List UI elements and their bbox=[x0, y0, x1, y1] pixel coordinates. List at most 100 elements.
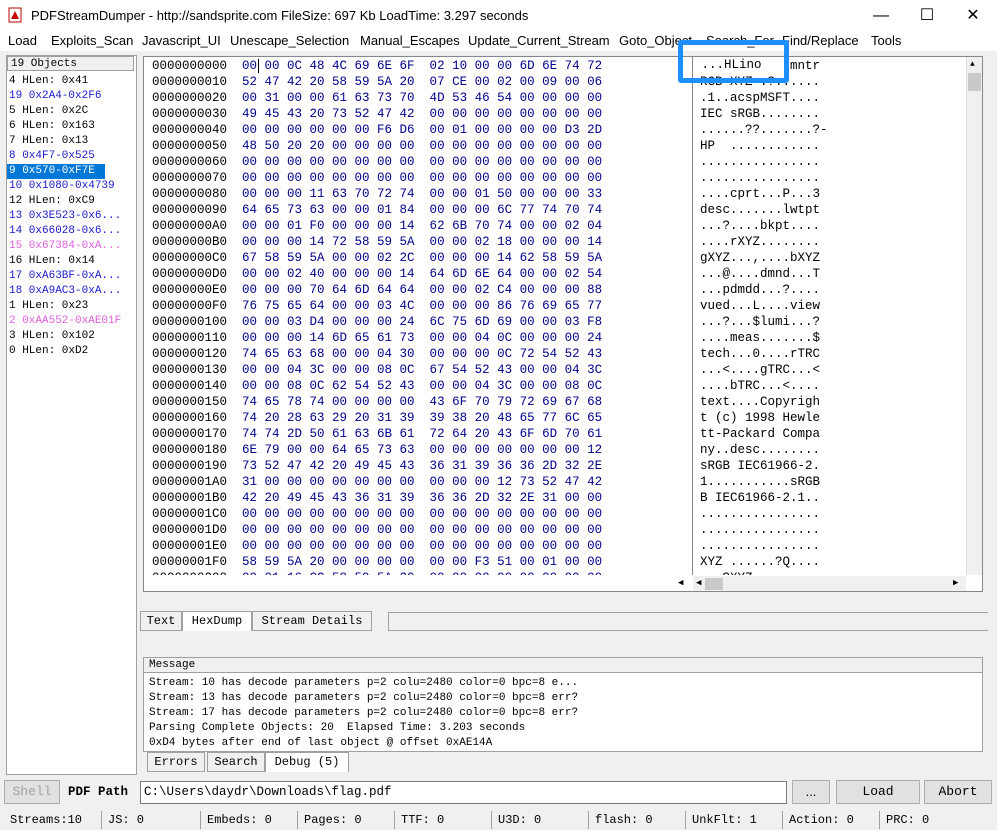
hex-row[interactable]: 0000000020 00 31 00 00 61 63 73 70 4D 53… bbox=[152, 90, 602, 106]
menu-manual-escapes[interactable]: Manual_Escapes bbox=[360, 33, 460, 48]
ascii-row[interactable]: XYZ ......?Q.... bbox=[700, 554, 820, 570]
hex-bytes[interactable]: 74 65 78 74 00 00 00 00 43 6F 70 79 72 6… bbox=[242, 395, 602, 409]
hex-row[interactable]: 0000000170 74 74 2D 50 61 63 6B 61 72 64… bbox=[152, 426, 602, 442]
object-list-item[interactable]: 3 HLen: 0x102 bbox=[9, 329, 95, 344]
ascii-row[interactable]: HP ............ bbox=[700, 138, 820, 154]
ascii-row[interactable]: .1..acspMSFT.... bbox=[700, 90, 820, 106]
scroll-left-icon[interactable]: ◀ bbox=[696, 578, 701, 588]
hex-bytes[interactable]: 00 00 00 00 00 00 00 00 00 00 00 00 00 0… bbox=[242, 171, 602, 185]
ascii-row[interactable]: ................ bbox=[700, 170, 820, 186]
hex-row[interactable]: 0000000120 74 65 63 68 00 00 04 30 00 00… bbox=[152, 346, 602, 362]
ascii-row[interactable]: 1...........sRGB bbox=[700, 474, 820, 490]
ascii-row[interactable]: ...?....bkpt.... bbox=[700, 218, 820, 234]
ascii-row[interactable]: ...pdmdd...?.... bbox=[700, 282, 820, 298]
hex-row[interactable]: 0000000100 00 00 03 D4 00 00 00 24 6C 75… bbox=[152, 314, 602, 330]
message-line[interactable]: Stream: 13 has decode parameters p=2 col… bbox=[149, 691, 578, 706]
menu-update-current-stream[interactable]: Update_Current_Stream bbox=[468, 33, 610, 48]
close-button[interactable]: ✕ bbox=[950, 0, 996, 31]
ascii-row[interactable]: ny..desc........ bbox=[700, 442, 820, 458]
tab-errors[interactable]: Errors bbox=[147, 752, 205, 772]
menu-unescape-selection[interactable]: Unescape_Selection bbox=[230, 33, 349, 48]
object-list-item[interactable]: 4 HLen: 0x41 bbox=[9, 74, 88, 89]
hex-bytes[interactable]: 00 00 04 3C 00 00 08 0C 67 54 52 43 00 0… bbox=[242, 363, 602, 377]
hex-row[interactable]: 0000000200 00 01 16 CC 58 59 5A 20 00 00… bbox=[152, 570, 602, 575]
object-list-item[interactable]: 18 0xA9AC3-0xA... bbox=[9, 284, 121, 299]
ascii-row[interactable]: desc.......lwtpt bbox=[700, 202, 820, 218]
scroll-left-icon[interactable]: ◀ bbox=[678, 578, 683, 588]
object-list-item[interactable]: 17 0xA63BF-0xA... bbox=[9, 269, 121, 284]
object-list-item[interactable]: 14 0x66028-0x6... bbox=[9, 224, 121, 239]
message-line[interactable]: Stream: 17 has decode parameters p=2 col… bbox=[149, 706, 578, 721]
ascii-row[interactable]: ....meas.......$ bbox=[700, 330, 820, 346]
hex-row[interactable]: 0000000150 74 65 78 74 00 00 00 00 43 6F… bbox=[152, 394, 602, 410]
ascii-row[interactable]: ................ bbox=[700, 154, 820, 170]
hex-bytes[interactable]: 58 59 5A 20 00 00 00 00 00 00 F3 51 00 0… bbox=[242, 555, 602, 569]
hex-hscroll[interactable]: ◀ bbox=[674, 576, 692, 591]
ascii-row[interactable]: ...?XYZ ........ bbox=[700, 570, 820, 575]
hex-bytes[interactable]: 42 20 49 45 43 36 31 39 36 36 2D 32 2E 3… bbox=[242, 491, 602, 505]
menu-tools[interactable]: Tools bbox=[871, 33, 901, 48]
message-line[interactable]: Stream: 10 has decode parameters p=2 col… bbox=[149, 676, 578, 691]
scroll-right-icon[interactable]: ▶ bbox=[953, 578, 958, 588]
hex-bytes-area[interactable]: 0000000000 00 00 0C 48 4C 69 6E 6F 02 10… bbox=[144, 57, 693, 575]
hex-row[interactable]: 0000000160 74 20 28 63 29 20 31 39 39 38… bbox=[152, 410, 602, 426]
hex-bytes[interactable]: 00 00 00 14 6D 65 61 73 00 00 04 0C 00 0… bbox=[242, 331, 602, 345]
hex-bytes[interactable]: 00 00 00 00 00 00 00 00 00 00 00 00 00 0… bbox=[242, 507, 602, 521]
hex-row[interactable]: 0000000040 00 00 00 00 00 00 F6 D6 00 01… bbox=[152, 122, 602, 138]
ascii-row[interactable]: B IEC61966-2.1.. bbox=[700, 490, 820, 506]
ascii-row[interactable]: ....cprt...P...3 bbox=[700, 186, 820, 202]
scroll-thumb[interactable] bbox=[705, 578, 723, 590]
hex-row[interactable]: 00000001B0 42 20 49 45 43 36 31 39 36 36… bbox=[152, 490, 602, 506]
hex-bytes[interactable]: 49 45 43 20 73 52 47 42 00 00 00 00 00 0… bbox=[242, 107, 602, 121]
message-line[interactable]: Parsing Complete Objects: 20 Elapsed Tim… bbox=[149, 721, 525, 736]
hex-row[interactable]: 00000001C0 00 00 00 00 00 00 00 00 00 00… bbox=[152, 506, 602, 522]
object-list-item[interactable]: 6 HLen: 0x163 bbox=[9, 119, 95, 134]
hex-bytes[interactable]: 67 58 59 5A 00 00 02 2C 00 00 00 14 62 5… bbox=[242, 251, 602, 265]
hex-row[interactable]: 0000000190 73 52 47 42 20 49 45 43 36 31… bbox=[152, 458, 602, 474]
load-button[interactable]: Load bbox=[836, 780, 920, 804]
object-list-item[interactable]: 16 HLen: 0x14 bbox=[9, 254, 95, 269]
minimize-button[interactable]: — bbox=[858, 0, 904, 31]
ascii-row[interactable]: tech...0....rTRC bbox=[700, 346, 820, 362]
object-list-item[interactable]: 13 0x3E523-0x6... bbox=[9, 209, 121, 224]
object-list-item[interactable]: 5 HLen: 0x2C bbox=[9, 104, 88, 119]
tab-search[interactable]: Search bbox=[207, 752, 265, 772]
hex-row[interactable]: 00000001D0 00 00 00 00 00 00 00 00 00 00… bbox=[152, 522, 602, 538]
object-list-item[interactable]: 10 0x1080-0x4739 bbox=[9, 179, 115, 194]
scroll-up-icon[interactable]: ▲ bbox=[970, 60, 975, 69]
hex-row[interactable]: 0000000030 49 45 43 20 73 52 47 42 00 00… bbox=[152, 106, 602, 122]
hex-bytes[interactable]: 48 50 20 20 00 00 00 00 00 00 00 00 00 0… bbox=[242, 139, 602, 153]
hex-bytes[interactable]: 76 75 65 64 00 00 03 4C 00 00 00 86 76 6… bbox=[242, 299, 602, 313]
hexdump-view[interactable]: 0000000000 00 00 0C 48 4C 69 6E 6F 02 10… bbox=[143, 56, 983, 592]
object-list-item[interactable]: 19 0x2A4-0x2F6 bbox=[9, 89, 101, 104]
hex-bytes[interactable]: 00 31 00 00 61 63 73 70 4D 53 46 54 00 0… bbox=[242, 91, 602, 105]
hex-row[interactable]: 0000000130 00 00 04 3C 00 00 08 0C 67 54… bbox=[152, 362, 602, 378]
object-list-item[interactable]: 2 0xAA552-0xAE01F bbox=[9, 314, 121, 329]
ascii-row[interactable]: sRGB IEC61966-2. bbox=[700, 458, 820, 474]
hex-bytes[interactable]: 64 65 73 63 00 00 01 84 00 00 00 6C 77 7… bbox=[242, 203, 602, 217]
hex-bytes[interactable]: 00 00 00 11 63 70 72 74 00 00 01 50 00 0… bbox=[242, 187, 602, 201]
hex-bytes[interactable]: 31 00 00 00 00 00 00 00 00 00 00 12 73 5… bbox=[242, 475, 602, 489]
hex-row[interactable]: 0000000080 00 00 00 11 63 70 72 74 00 00… bbox=[152, 186, 602, 202]
ascii-row[interactable]: gXYZ...,....bXYZ bbox=[700, 250, 820, 266]
ascii-row[interactable]: text....Copyrigh bbox=[700, 394, 820, 410]
ascii-row[interactable]: tt-Packard Compa bbox=[700, 426, 820, 442]
message-column-header[interactable]: Message bbox=[144, 658, 982, 673]
ascii-row[interactable]: ....bTRC...<.... bbox=[700, 378, 820, 394]
tab-hexdump[interactable]: HexDump bbox=[182, 611, 252, 631]
tab-text[interactable]: Text bbox=[140, 611, 182, 631]
object-list-item[interactable]: 12 HLen: 0xC9 bbox=[9, 194, 95, 209]
tab-debug[interactable]: Debug (5) bbox=[265, 752, 349, 772]
ascii-row[interactable]: ......??.......?- bbox=[700, 122, 828, 138]
hex-row[interactable]: 0000000140 00 00 08 0C 62 54 52 43 00 00… bbox=[152, 378, 602, 394]
hex-bytes[interactable]: 00 00 01 F0 00 00 00 14 62 6B 70 74 00 0… bbox=[242, 219, 602, 233]
hex-bytes[interactable]: 00 00 00 00 00 00 00 00 00 00 00 00 00 0… bbox=[242, 155, 602, 169]
objects-list[interactable]: 19 Objects 4 HLen: 0x41 19 0x2A4-0x2F6 5 H… bbox=[6, 55, 137, 775]
vertical-scrollbar[interactable]: ▲ bbox=[966, 57, 982, 575]
hex-bytes[interactable]: 00 00 0C 48 4C 69 6E 6F 02 10 00 00 6D 6… bbox=[242, 59, 602, 73]
ascii-row[interactable]: vued...L....view bbox=[700, 298, 820, 314]
hex-bytes[interactable]: 73 52 47 42 20 49 45 43 36 31 39 36 36 2… bbox=[242, 459, 602, 473]
hex-row[interactable]: 00000000B0 00 00 00 14 72 58 59 5A 00 00… bbox=[152, 234, 602, 250]
ascii-row[interactable]: ................ bbox=[700, 506, 820, 522]
hex-row[interactable]: 00000001E0 00 00 00 00 00 00 00 00 00 00… bbox=[152, 538, 602, 554]
